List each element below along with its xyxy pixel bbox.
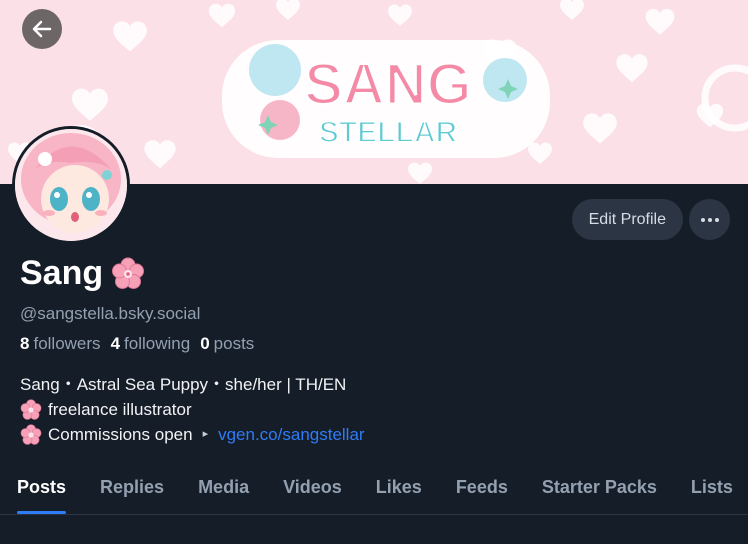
- tab-starter-packs[interactable]: Starter Packs: [525, 460, 674, 514]
- bio-line-3: Commissions open ▸ vgen.co/sangstellar: [20, 422, 365, 447]
- banner-logo-title: SANG: [304, 52, 472, 117]
- following-count: 4: [110, 334, 121, 353]
- profile-stats: 8 followers 4 following 0 posts: [20, 334, 254, 354]
- tab-likes[interactable]: Likes: [359, 460, 439, 514]
- arrow-left-icon: [32, 20, 52, 38]
- tab-replies[interactable]: Replies: [83, 460, 181, 514]
- commission-link[interactable]: vgen.co/sangstellar: [218, 422, 364, 447]
- avatar[interactable]: [12, 126, 130, 244]
- bio-line-2: freelance illustrator: [20, 397, 365, 422]
- cherry-blossom-icon: [20, 398, 42, 420]
- ellipsis-dot: [714, 217, 719, 222]
- display-name: Sang: [20, 254, 104, 292]
- following-stat[interactable]: 4 following: [111, 334, 191, 354]
- back-button[interactable]: [22, 9, 62, 49]
- cherry-blossom-icon: [20, 423, 42, 445]
- posts-stat: 0 posts: [200, 334, 254, 354]
- banner-logo-subtitle: STELLAR: [319, 116, 458, 149]
- tab-posts[interactable]: Posts: [0, 460, 83, 514]
- ellipsis-icon: [700, 217, 705, 222]
- profile-bio: Sang・Astral Sea Puppy・she/her | TH/EN fr…: [20, 372, 365, 447]
- posts-count: 0: [200, 334, 210, 353]
- followers-stat[interactable]: 8 followers: [20, 334, 101, 354]
- triangle-right-icon: ▸: [202, 428, 209, 440]
- tab-media[interactable]: Media: [181, 460, 266, 514]
- profile-name-row: Sang: [20, 254, 145, 293]
- bio-line-3-text: Commissions open: [48, 425, 193, 444]
- tab-lists[interactable]: Lists: [674, 460, 748, 514]
- followers-label: followers: [33, 334, 101, 353]
- bio-line-2-text: freelance illustrator: [48, 400, 192, 419]
- ellipsis-dot: [707, 217, 712, 222]
- more-options-button[interactable]: [689, 199, 730, 240]
- edit-profile-button[interactable]: Edit Profile: [571, 199, 683, 240]
- avatar-image: [15, 129, 127, 241]
- tab-videos[interactable]: Videos: [266, 460, 359, 514]
- profile-tabs: Posts Replies Media Videos Likes Feeds S…: [0, 460, 748, 515]
- tab-feeds[interactable]: Feeds: [439, 460, 525, 514]
- bio-line-1: Sang・Astral Sea Puppy・she/her | TH/EN: [20, 375, 347, 394]
- cherry-blossom-icon: [112, 257, 145, 289]
- posts-label: posts: [213, 334, 255, 353]
- following-label: following: [124, 334, 191, 353]
- profile-handle: @sangstella.bsky.social: [20, 304, 201, 323]
- profile-actions: Edit Profile: [571, 199, 730, 240]
- followers-count: 8: [20, 334, 30, 353]
